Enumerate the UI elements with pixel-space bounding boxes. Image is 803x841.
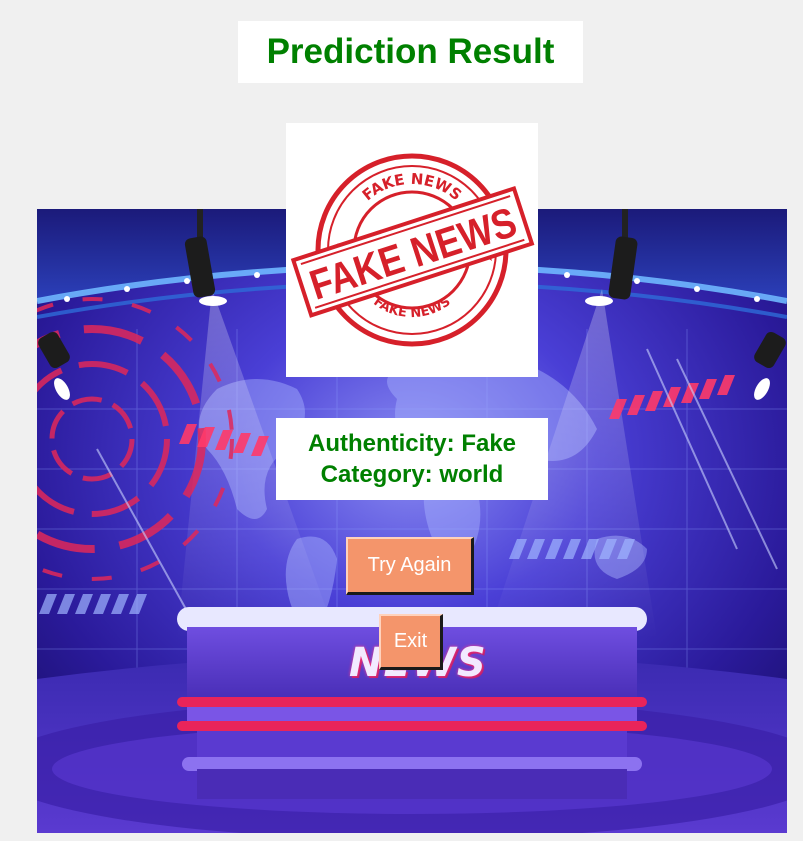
try-again-button[interactable]: Try Again (346, 537, 474, 595)
page-title: Prediction Result (266, 32, 555, 71)
page-title-box: Prediction Result (238, 21, 583, 83)
authenticity-label: Authenticity: Fake (307, 430, 517, 457)
category-label: Category: world (320, 461, 504, 488)
prediction-window: NEWS Prediction Result FAKE NEWS FAKE NE… (0, 0, 803, 841)
svg-text:FAKE NEWS: FAKE NEWS (371, 294, 454, 321)
stamp-ring-bottom-text: FAKE NEWS (371, 294, 454, 321)
exit-button[interactable]: Exit (379, 614, 443, 670)
fake-news-stamp-image: FAKE NEWS FAKE NEWS FAKE NEWS (286, 123, 538, 377)
result-panel: Authenticity: Fake Category: world (276, 418, 548, 500)
